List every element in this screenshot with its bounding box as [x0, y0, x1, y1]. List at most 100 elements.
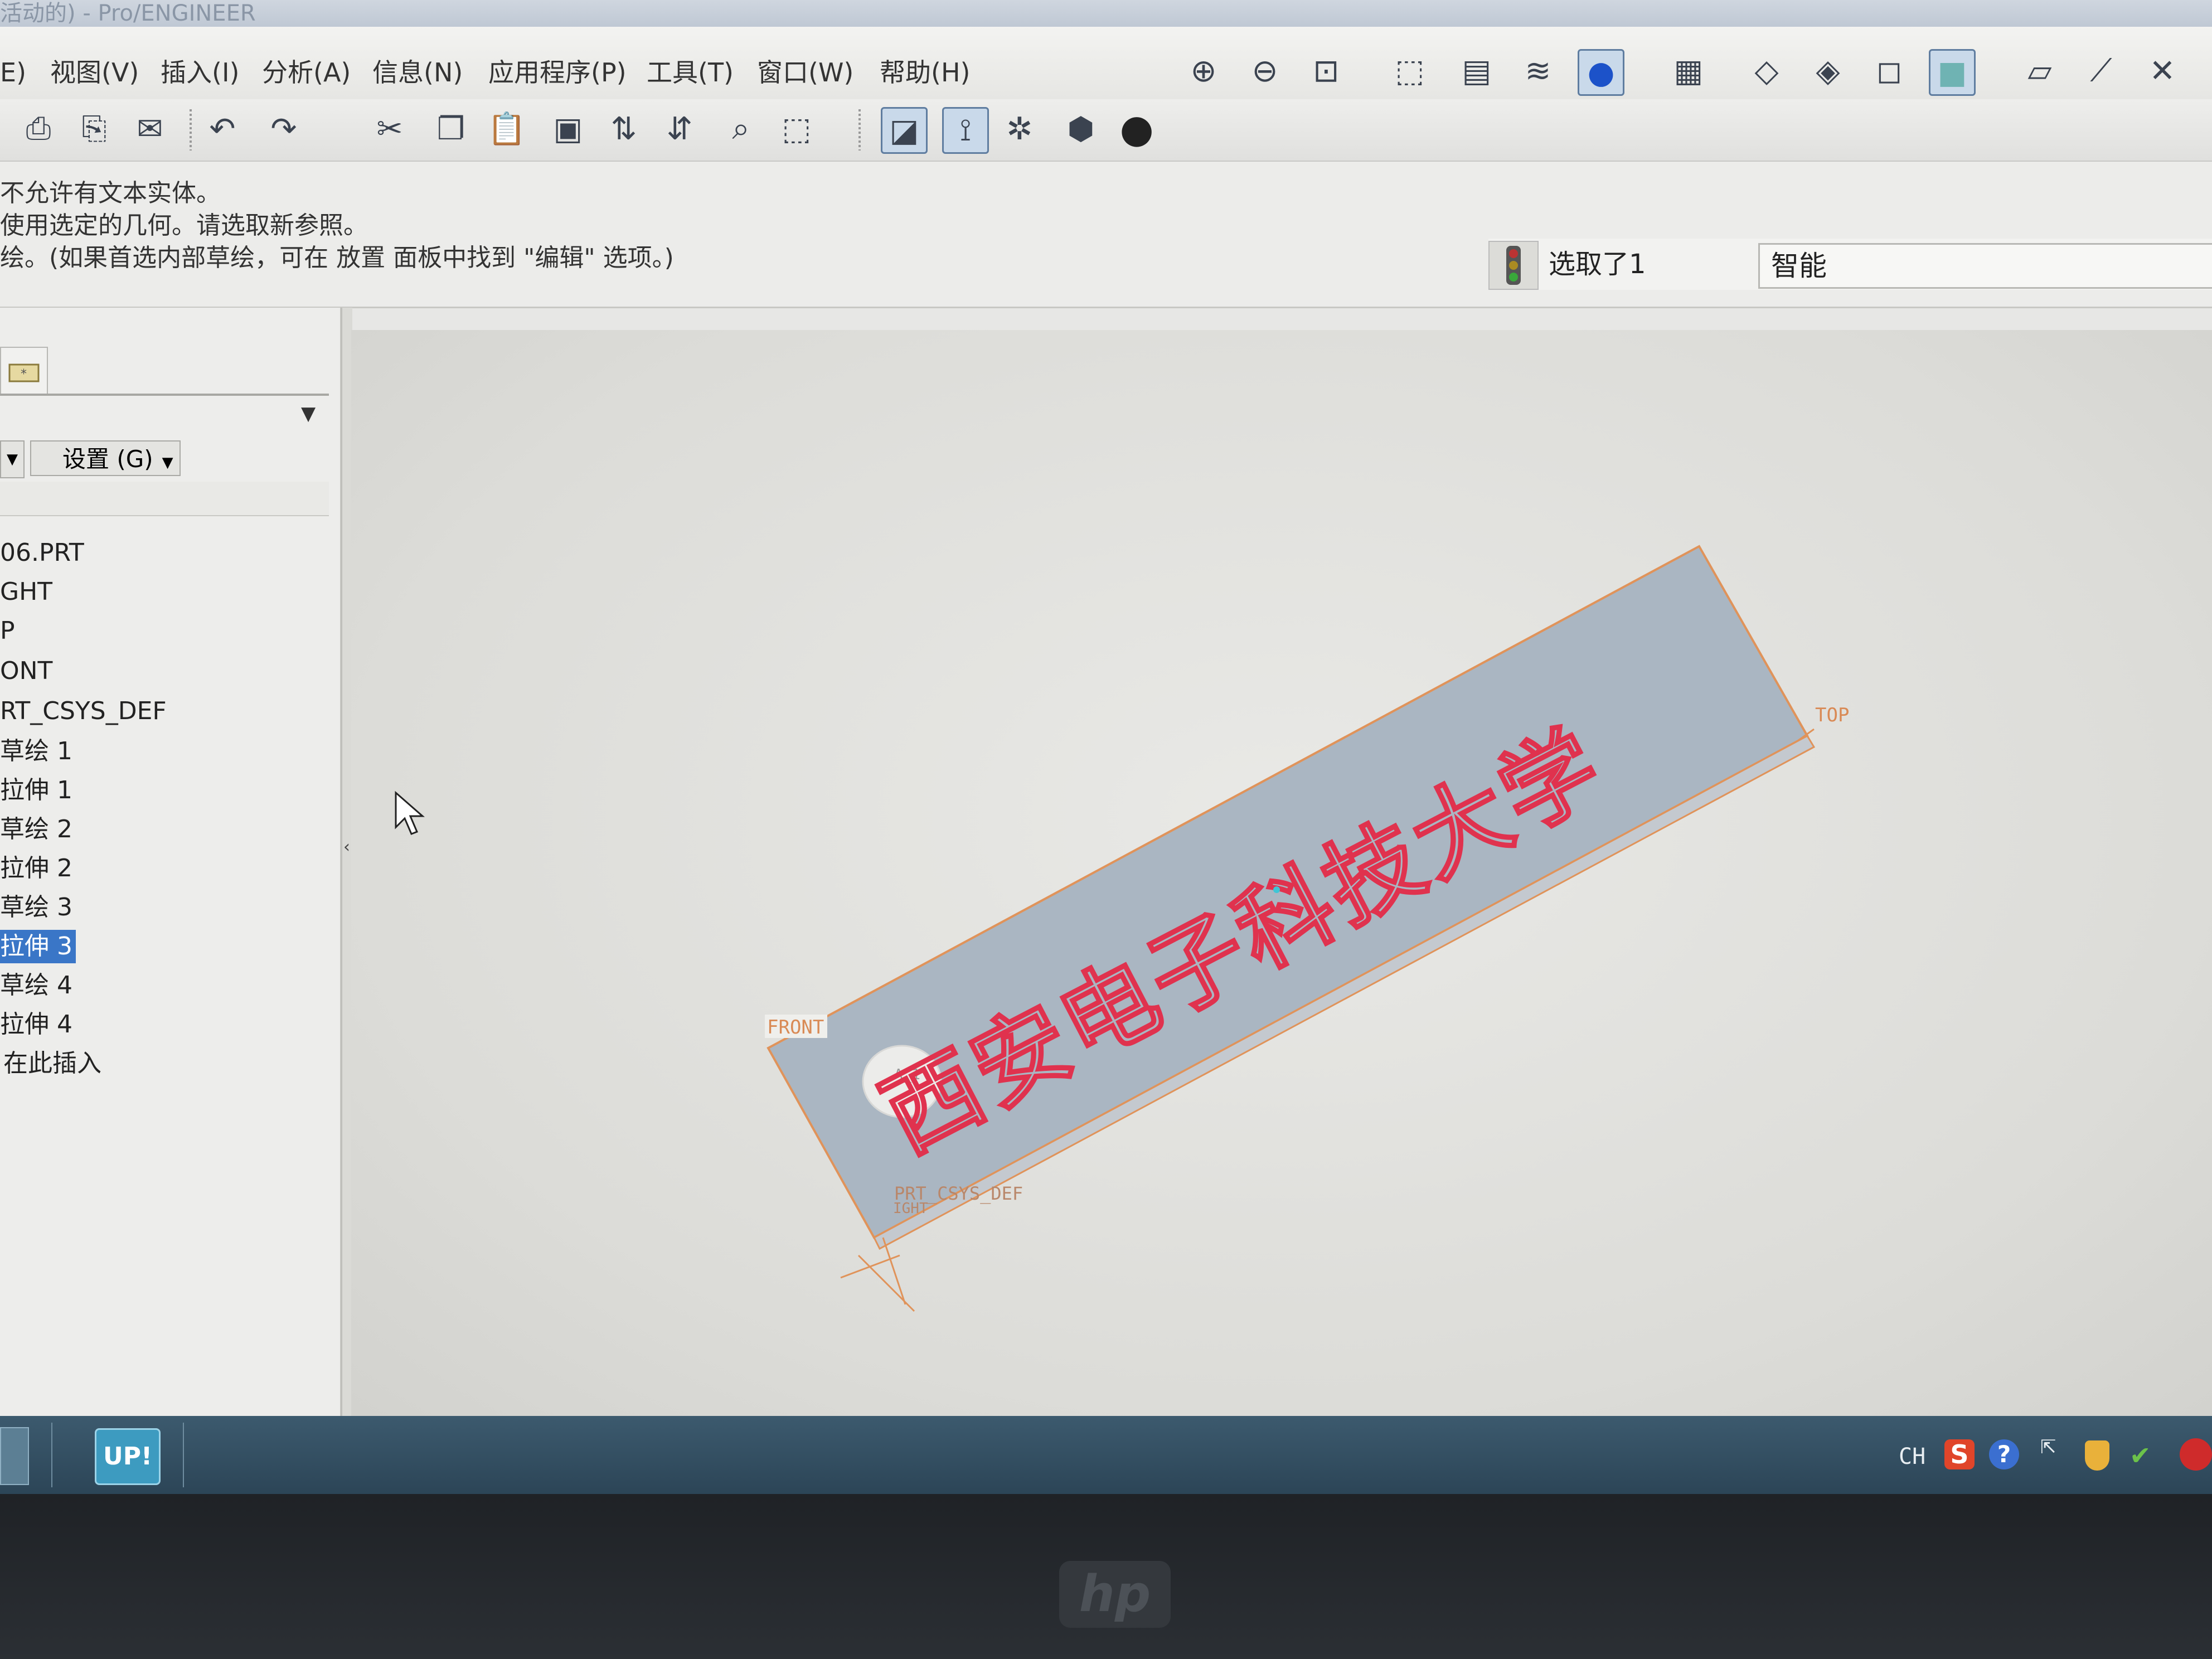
chevron-down-icon[interactable]: ▼: [301, 402, 323, 425]
annotation-icon[interactable]: ▤: [1455, 49, 1498, 93]
taskbar: UP! CH S ? ⇱ ✔: [0, 1416, 2212, 1494]
shading-icon[interactable]: ■: [1929, 49, 1976, 96]
sogou-icon[interactable]: S: [1944, 1439, 1975, 1469]
hp-logo: hp: [1059, 1561, 1171, 1628]
collapse-left-icon[interactable]: ‹: [343, 837, 350, 857]
undo-icon[interactable]: ↶: [201, 107, 244, 151]
redo-icon[interactable]: ↷: [262, 107, 305, 151]
window-title: 活动的) - Pro/ENGINEER: [0, 1, 256, 26]
status-area: 选取了1 智能: [1488, 239, 2212, 290]
message-line: 绘。(如果首选内部草绘，可在 放置 面板中找到 "编辑" 选项。): [0, 244, 674, 272]
traffic-light-icon[interactable]: [1488, 241, 1539, 290]
refit-icon[interactable]: ⊡: [1304, 49, 1348, 93]
model-tree-panel: * ▼ ▼ 设置 (G) ▼ 06.PRT GHT P ONT RT_CSYS_D…: [0, 308, 342, 1416]
regenerate-icon[interactable]: ⇅: [602, 107, 646, 151]
network-icon[interactable]: ✔: [2129, 1440, 2151, 1471]
tree-item-csys[interactable]: RT_CSYS_DEF: [0, 695, 167, 728]
csys-axis-x: [882, 1237, 906, 1305]
input-language[interactable]: CH: [1899, 1444, 1925, 1469]
taskbar-separator: [51, 1423, 52, 1487]
paste-special-icon[interactable]: ▣: [546, 107, 590, 151]
datum-label-front: FRONT: [767, 1016, 824, 1039]
menu-insert[interactable]: 插入(I): [161, 56, 239, 89]
tray-expand-icon[interactable]: ⇱: [2040, 1436, 2056, 1458]
mouse-pointer-icon: [395, 790, 425, 835]
tree-item-insert-here[interactable]: 在此插入: [0, 1047, 101, 1080]
cut-icon[interactable]: ✂: [368, 107, 411, 151]
svg-text:*: *: [21, 367, 27, 381]
tree-item-part[interactable]: 06.PRT: [0, 536, 84, 570]
menu-help[interactable]: 帮助(H): [880, 56, 970, 89]
message-line: 不允许有文本实体。: [0, 179, 221, 207]
menu-analysis[interactable]: 分析(A): [262, 56, 351, 89]
copy-icon[interactable]: ❐: [429, 107, 473, 151]
tree-item-extrude-1[interactable]: 拉伸 1: [0, 774, 72, 807]
chevron-down-icon: ▼: [162, 454, 173, 471]
paste-icon[interactable]: 📋: [485, 107, 528, 151]
select-box-icon[interactable]: ⬚: [775, 107, 818, 151]
folder-tab-icon[interactable]: *: [0, 347, 48, 396]
sketch-view-icon[interactable]: ◪: [881, 107, 928, 154]
model-settings-icon[interactable]: ▦: [1667, 49, 1710, 93]
regen-manager-icon[interactable]: ⇵: [658, 107, 701, 151]
filter-dropdown[interactable]: 智能: [1758, 243, 2212, 289]
model-view: TOP FRONT A_1 PRT_CSYS_DEF IGHT 西安电子科技大学: [395, 545, 1849, 1312]
help-icon[interactable]: ?: [1989, 1439, 2019, 1469]
taskbar-item[interactable]: [0, 1427, 29, 1485]
csys-axis-z: [857, 1254, 915, 1312]
zoom-in-icon[interactable]: ⊕: [1182, 49, 1225, 93]
tree-item-sketch-3[interactable]: 草绘 3: [0, 891, 72, 924]
tree-item-sketch-4[interactable]: 草绘 4: [0, 969, 72, 1002]
print-preview-icon[interactable]: ⎘: [72, 107, 116, 151]
toolbar-separator: [858, 109, 861, 151]
tree-header: [0, 482, 329, 516]
up-button[interactable]: UP!: [95, 1428, 161, 1485]
datum-axes-icon[interactable]: ⟋: [2079, 49, 2123, 93]
reorient-icon[interactable]: ⬚: [1388, 49, 1432, 93]
menu-view[interactable]: 视图(V): [50, 56, 139, 89]
panel-divider: [0, 394, 329, 396]
menu-applications[interactable]: 应用程序(P): [488, 56, 627, 89]
menu-bar: E) 视图(V) 插入(I) 分析(A) 信息(N) 应用程序(P) 工具(T)…: [0, 27, 2212, 99]
tree-item-top[interactable]: P: [0, 614, 15, 648]
no-hidden-icon[interactable]: ◻: [1867, 49, 1911, 93]
tree-item-sketch-1[interactable]: 草绘 1: [0, 735, 72, 768]
screen: 活动的) - Pro/ENGINEER E) 视图(V) 插入(I) 分析(A)…: [0, 0, 2212, 1494]
print-icon[interactable]: ⎙: [17, 107, 60, 151]
find-icon[interactable]: ⌕: [719, 107, 763, 151]
hidden-line-icon[interactable]: ◈: [1806, 49, 1850, 93]
menu-window[interactable]: 窗口(W): [757, 56, 853, 89]
settings-label: 设置 (G): [62, 445, 153, 473]
tree-item-extrude-2[interactable]: 拉伸 2: [0, 852, 72, 885]
datum-points-icon[interactable]: ✕: [2141, 49, 2184, 93]
security-icon[interactable]: [2180, 1438, 2212, 1471]
shade-sphere-icon[interactable]: ●: [1115, 106, 1158, 152]
orientation-icon[interactable]: ⬢: [1059, 107, 1103, 151]
right-datum-label: IGHT: [893, 1200, 928, 1217]
menu-tools[interactable]: 工具(T): [647, 56, 734, 89]
tree-item-front[interactable]: ONT: [0, 654, 52, 688]
appearance-icon[interactable]: ●: [1578, 49, 1624, 96]
toolbar-separator: [190, 109, 192, 151]
settings-button[interactable]: 设置 (G) ▼: [30, 440, 181, 476]
menu-edit[interactable]: E): [0, 56, 26, 89]
datum-planes-icon[interactable]: ▱: [2018, 49, 2061, 93]
panel-sash[interactable]: ‹ ›: [341, 308, 381, 1416]
sketcher-constraints-icon[interactable]: ✲: [998, 107, 1041, 151]
show-dropdown[interactable]: ▼: [0, 440, 25, 478]
menu-info[interactable]: 信息(N): [372, 56, 463, 89]
tree-item-extrude-4[interactable]: 拉伸 4: [0, 1008, 72, 1041]
send-mail-icon[interactable]: ✉: [128, 107, 172, 151]
wireframe-icon[interactable]: ◇: [1745, 49, 1788, 93]
layers-icon[interactable]: ≋: [1516, 49, 1560, 93]
title-bar: 活动的) - Pro/ENGINEER: [0, 0, 2212, 27]
tree-item-extrude-3-selected[interactable]: 拉伸 3: [0, 930, 76, 963]
tree-item-sketch-2[interactable]: 草绘 2: [0, 813, 72, 846]
graphics-window[interactable]: TOP FRONT A_1 PRT_CSYS_DEF IGHT 西安电子科技大学: [351, 330, 2212, 1416]
selection-point: [1273, 886, 1280, 893]
sketcher-display-icon[interactable]: ⟟: [942, 107, 989, 154]
selection-count: 选取了1: [1549, 249, 1646, 280]
shield-icon[interactable]: [2085, 1440, 2109, 1471]
tree-item-right[interactable]: GHT: [0, 575, 52, 609]
zoom-out-icon[interactable]: ⊖: [1243, 49, 1287, 93]
